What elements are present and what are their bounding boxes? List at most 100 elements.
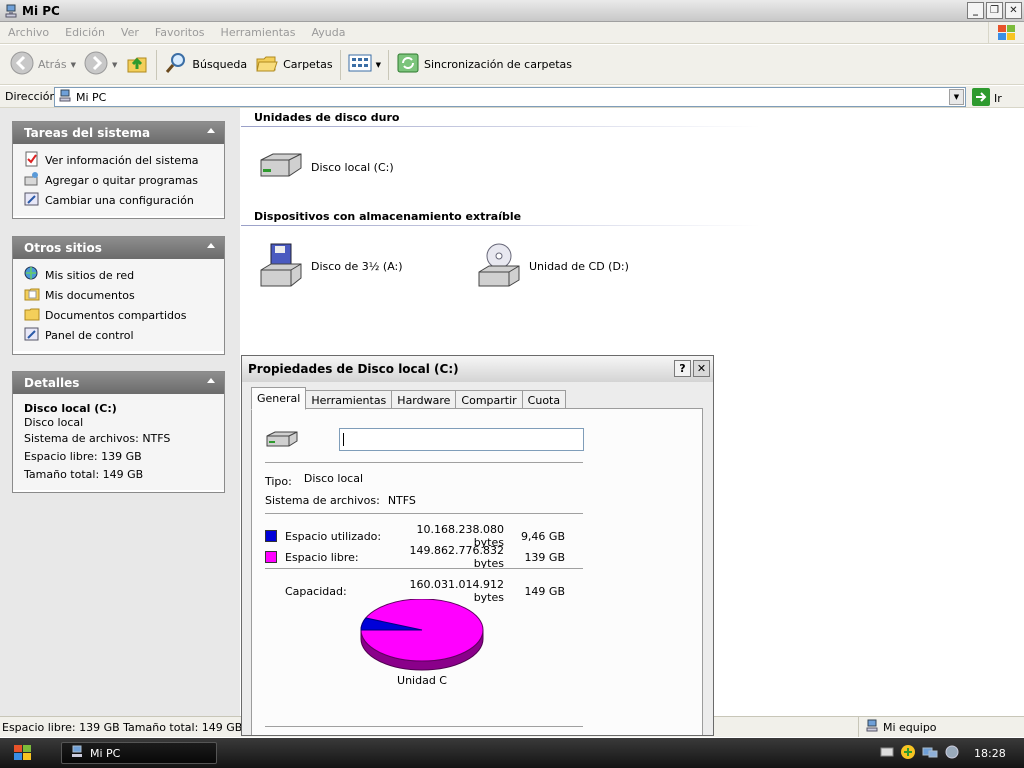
security-icon[interactable] — [900, 744, 916, 763]
properties-dialog: Propiedades de Disco local (C:) ? ✕ Gene… — [241, 355, 714, 736]
tab-general[interactable]: General — [251, 387, 307, 410]
tab-herramientas[interactable]: Herramientas — [305, 390, 393, 410]
menu-ayuda[interactable]: Ayuda — [303, 26, 353, 39]
free-space-bytes: 149.862.776.832 bytes — [409, 544, 504, 570]
chevron-down-icon[interactable]: ▼ — [949, 89, 964, 105]
network-tray-icon[interactable] — [922, 745, 938, 762]
dialog-titlebar[interactable]: Propiedades de Disco local (C:) ? ✕ — [242, 356, 713, 382]
tab-hardware[interactable]: Hardware — [391, 390, 457, 410]
menu-herramientas[interactable]: Herramientas — [213, 26, 304, 39]
clock[interactable]: 18:28 — [974, 747, 1006, 760]
sync-tray-icon[interactable] — [944, 744, 960, 763]
forward-button[interactable]: ▼ — [80, 49, 121, 81]
chevron-down-icon[interactable]: ▼ — [376, 61, 381, 69]
system-info-icon — [24, 151, 40, 170]
folder-icon — [24, 306, 40, 325]
taskbar: Mi PC 18:28 — [0, 738, 1024, 768]
collapse-icon[interactable] — [207, 243, 215, 248]
section-hard-drives: Unidades de disco duro — [254, 111, 400, 124]
free-space-label: Espacio libre: — [285, 550, 359, 564]
computer-icon — [70, 745, 84, 762]
free-space-gb: 139 GB — [524, 550, 565, 564]
help-button[interactable]: ? — [674, 360, 691, 377]
back-label: Atrás — [38, 58, 67, 71]
computer-icon — [865, 719, 879, 736]
link-shared-documents[interactable]: Documentos compartidos — [24, 305, 214, 325]
link-my-documents[interactable]: Mis documentos — [24, 285, 214, 305]
details-free-space: Espacio libre: 139 GB — [24, 450, 142, 463]
chevron-down-icon[interactable]: ▼ — [71, 61, 76, 69]
drive-name-input[interactable] — [339, 428, 584, 451]
control-panel-icon — [24, 191, 40, 210]
other-places-header[interactable]: Otros sitios — [13, 237, 224, 259]
link-network-places[interactable]: Mis sitios de red — [24, 265, 214, 285]
folders-button[interactable]: Carpetas — [251, 49, 336, 81]
close-button[interactable]: ✕ — [1005, 2, 1022, 19]
tab-cuota[interactable]: Cuota — [521, 390, 567, 410]
views-icon — [348, 53, 372, 76]
system-tasks-header[interactable]: Tareas del sistema — [13, 122, 224, 144]
window-titlebar: Mi PC _ ❐ ✕ — [0, 0, 1024, 22]
search-button[interactable]: Búsqueda — [160, 49, 251, 81]
sidebar: Tareas del sistema Ver información del s… — [0, 108, 240, 716]
back-button[interactable]: Atrás ▼ — [6, 49, 80, 81]
minimize-button[interactable]: _ — [967, 2, 984, 19]
address-label: Dirección — [5, 90, 57, 103]
details-total-size: Tamaño total: 149 GB — [24, 468, 144, 481]
folders-label: Carpetas — [283, 58, 333, 71]
menu-edicion[interactable]: Edición — [57, 26, 113, 39]
link-add-remove-programs[interactable]: Agregar o quitar programas — [24, 170, 214, 190]
computer-icon — [4, 4, 18, 18]
capacity-label: Capacidad: — [285, 584, 347, 598]
dialog-close-button[interactable]: ✕ — [693, 360, 710, 377]
system-tray: 18:28 — [874, 738, 1024, 768]
collapse-icon[interactable] — [207, 378, 215, 383]
tab-compartir[interactable]: Compartir — [455, 390, 523, 410]
drive-d-item[interactable]: Unidad de CD (D:) — [475, 242, 629, 291]
sync-folders-button[interactable]: Sincronización de carpetas — [392, 49, 576, 81]
details-header[interactable]: Detalles — [13, 372, 224, 394]
link-control-panel[interactable]: Panel de control — [24, 325, 214, 345]
computer-icon — [58, 89, 72, 106]
link-label: Panel de control — [45, 328, 134, 342]
address-input[interactable]: Mi PC ▼ — [54, 87, 966, 107]
go-arrow-icon — [972, 88, 990, 109]
taskbar-item-label: Mi PC — [90, 746, 121, 760]
drive-a-item[interactable]: Disco de 3½ (A:) — [257, 242, 403, 291]
status-text: Espacio libre: 139 GB Tamaño total: 149 … — [2, 720, 243, 734]
other-places-title: Otros sitios — [24, 241, 102, 255]
cd-drive-icon — [475, 242, 523, 291]
hard-drive-icon — [257, 150, 305, 185]
chevron-down-icon[interactable]: ▼ — [112, 61, 117, 69]
details-filesystem: Sistema de archivos: NTFS — [24, 432, 171, 445]
start-button[interactable] — [0, 738, 46, 768]
menu-favoritos[interactable]: Favoritos — [147, 26, 213, 39]
search-label: Búsqueda — [192, 58, 248, 71]
system-tasks-panel: Tareas del sistema Ver información del s… — [12, 121, 225, 219]
documents-icon — [24, 286, 40, 305]
sync-label: Sincronización de carpetas — [424, 58, 573, 71]
up-folder-button[interactable] — [121, 49, 153, 81]
link-label: Agregar o quitar programas — [45, 173, 199, 187]
drive-a-label: Disco de 3½ (A:) — [311, 260, 403, 273]
drive-c-item[interactable]: Disco local (C:) — [257, 150, 394, 185]
section-removable: Dispositivos con almacenamiento extraíbl… — [254, 210, 522, 223]
views-button[interactable]: ▼ — [344, 49, 385, 81]
collapse-icon[interactable] — [207, 128, 215, 133]
status-zone: Mi equipo — [858, 717, 937, 737]
keyboard-icon[interactable] — [880, 746, 894, 761]
type-label: Tipo: — [265, 475, 292, 488]
menu-ver[interactable]: Ver — [113, 26, 147, 39]
windows-logo-icon — [988, 22, 1024, 44]
floppy-drive-icon — [257, 242, 305, 291]
dialog-tabs: General Herramientas Hardware Compartir … — [251, 387, 567, 410]
drive-d-label: Unidad de CD (D:) — [529, 260, 629, 273]
go-button[interactable]: Ir — [972, 88, 1002, 109]
restore-button[interactable]: ❐ — [986, 2, 1003, 19]
drive-c-label: Disco local (C:) — [311, 161, 394, 174]
taskbar-item-mi-pc[interactable]: Mi PC — [61, 742, 217, 764]
menu-archivo[interactable]: Archivo — [0, 26, 57, 39]
control-panel-icon — [24, 326, 40, 345]
link-system-info[interactable]: Ver información del sistema — [24, 150, 214, 170]
link-change-setting[interactable]: Cambiar una configuración — [24, 190, 214, 210]
